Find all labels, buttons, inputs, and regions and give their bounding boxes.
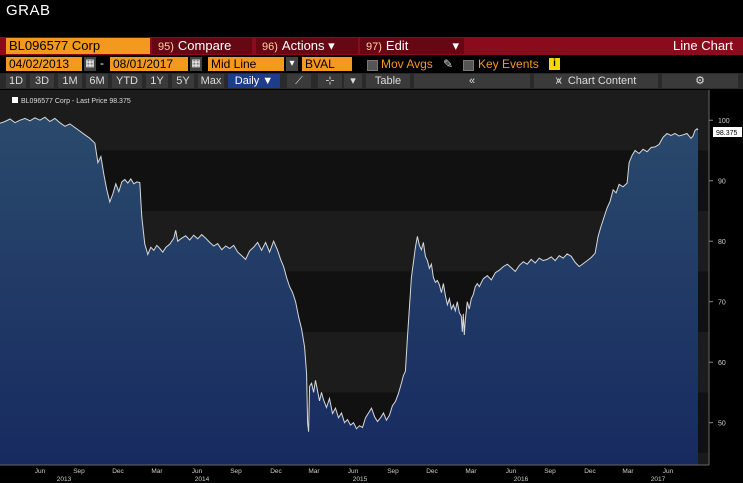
date-separator: - — [100, 56, 104, 70]
compare-button[interactable]: 95) Compare — [152, 38, 252, 54]
x-month-label: Sep — [387, 468, 399, 475]
key-events-label: Key Events — [478, 57, 539, 71]
x-month-label: Mar — [151, 468, 163, 475]
x-month-label: Jun — [506, 468, 517, 475]
calendar-icon[interactable]: ▦ — [84, 57, 96, 71]
line-style-icon[interactable]: ⟋ — [287, 74, 311, 88]
table-button[interactable]: Table — [366, 74, 410, 88]
source-field[interactable]: BVAL — [302, 57, 352, 71]
x-month-label: Sep — [230, 468, 242, 475]
chevron-down-icon[interactable]: ▾ — [344, 74, 362, 88]
chart-content-button[interactable]: ⩙ Chart Content — [534, 74, 658, 88]
info-icon[interactable]: i — [549, 58, 560, 70]
x-year-label: 2017 — [651, 476, 666, 483]
y-tick-label: 60 — [718, 360, 726, 367]
y-tick-label: 50 — [718, 421, 726, 428]
chevron-down-icon[interactable]: ▾ — [286, 57, 298, 71]
x-year-label: 2015 — [353, 476, 368, 483]
x-month-label: Jun — [192, 468, 203, 475]
x-month-label: Dec — [270, 468, 282, 475]
line-type-select[interactable]: Mid Line — [208, 57, 284, 71]
y-axis: 50 60 70 80 90 100 — [708, 90, 730, 465]
last-price-tag: 98.375 — [713, 127, 742, 137]
settings-button[interactable]: ⚙ — [662, 74, 738, 88]
start-date-field[interactable]: 04/02/2013 — [6, 57, 82, 71]
x-month-label: Jun — [663, 468, 674, 475]
x-month-label: Dec — [426, 468, 438, 475]
x-month-label: Sep — [544, 468, 556, 475]
key-events-checkbox[interactable] — [463, 60, 474, 71]
y-tick-label: 80 — [718, 239, 726, 246]
y-tick-label: 90 — [718, 179, 726, 186]
actions-button[interactable]: 96) Actions ▾ — [256, 38, 358, 54]
back-button[interactable]: « — [414, 74, 530, 88]
edit-label: Edit — [385, 38, 409, 53]
legend-swatch — [12, 97, 18, 103]
security-field[interactable]: BL096577 Corp — [6, 38, 150, 54]
pencil-icon[interactable]: ✎ — [443, 56, 453, 72]
x-month-label: Dec — [584, 468, 596, 475]
mov-avgs-label: Mov Avgs — [381, 57, 433, 71]
period-button-1m[interactable]: 1M — [58, 74, 82, 88]
last-price-value: 98.375 — [716, 130, 738, 137]
compare-num: 95) — [158, 41, 174, 53]
x-month-label: Sep — [73, 468, 85, 475]
y-tick-label: 70 — [718, 300, 726, 307]
period-button-ytd[interactable]: YTD — [112, 74, 142, 88]
x-month-label: Jun — [35, 468, 46, 475]
x-month-label: Jun — [348, 468, 359, 475]
chart-content-label: Chart Content — [567, 75, 637, 87]
y-tick-label: 100 — [718, 118, 730, 125]
calendar-icon[interactable]: ▦ — [190, 57, 202, 71]
compare-label: Compare — [177, 38, 232, 53]
period-button-5y[interactable]: 5Y — [172, 74, 194, 88]
x-month-label: Mar — [465, 468, 477, 475]
x-month-label: Mar — [622, 468, 634, 475]
x-axis: Jun Sep Dec Mar Jun Sep Dec Mar Jun Sep Dec Mar Jun S… — [0, 464, 709, 483]
end-date-field[interactable]: 08/01/2017 — [110, 57, 188, 71]
edit-button[interactable]: 97) Edit ▾ — [360, 38, 464, 54]
period-button-1y[interactable]: 1Y — [146, 74, 168, 88]
period-button-max[interactable]: Max — [198, 74, 224, 88]
period-button-1d[interactable]: 1D — [6, 74, 26, 88]
edit-dropdown-icon: ▾ — [452, 38, 459, 53]
legend: BL096577 Corp - Last Price 98.375 — [12, 97, 131, 105]
mov-avgs-checkbox[interactable] — [367, 60, 378, 71]
window-title: GRAB — [6, 2, 51, 19]
price-chart[interactable]: 5060708090100 Jun Sep Dec Mar Jun Sep Dec Mar Ju… — [0, 90, 743, 483]
actions-label: Actions ▾ — [281, 38, 335, 53]
x-year-label: 2016 — [514, 476, 529, 483]
view-title: Line Chart — [673, 38, 733, 53]
x-year-label: 2014 — [195, 476, 210, 483]
x-month-label: Mar — [308, 468, 320, 475]
actions-num: 96) — [262, 41, 278, 53]
legend-text: BL096577 Corp - Last Price 98.375 — [21, 98, 131, 105]
edit-num: 97) — [366, 41, 382, 53]
period-button-3d[interactable]: 3D — [30, 74, 54, 88]
chart-icon: ⩙ — [555, 75, 562, 87]
x-month-label: Dec — [112, 468, 124, 475]
frequency-select[interactable]: Daily ▼ — [228, 74, 280, 88]
crosshair-icon[interactable]: ⊹ — [318, 74, 342, 88]
x-year-label: 2013 — [57, 476, 72, 483]
period-button-6m[interactable]: 6M — [86, 74, 108, 88]
